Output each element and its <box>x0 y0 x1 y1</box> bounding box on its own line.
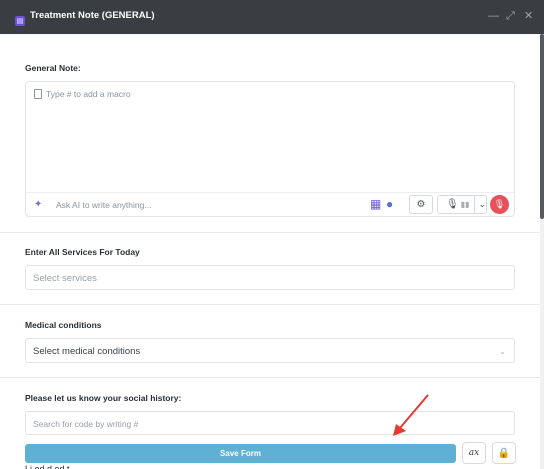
services-label: Enter All Services For Today <box>25 247 140 257</box>
social-history-placeholder: Search for code by writing # <box>33 419 139 429</box>
medical-conditions-label: Medical conditions <box>25 320 102 330</box>
record-button[interactable]: 🎙 <box>490 195 509 214</box>
partial-section-label: Li ed d ed t <box>25 464 70 469</box>
audio-level-icon: ▮▮ <box>460 200 470 209</box>
lock-button[interactable]: 🔒 <box>492 442 516 464</box>
gear-icon: ⚙ <box>416 199 426 210</box>
social-history-label: Please let us know your social history: <box>25 393 182 403</box>
general-note-label: General Note: <box>25 63 81 73</box>
magic-wand-icon[interactable]: ✦ <box>34 199 42 210</box>
medical-conditions-select[interactable]: Select medical conditions ⌄ <box>25 338 515 363</box>
user-icon[interactable]: ● <box>386 197 393 211</box>
section-divider <box>0 232 540 233</box>
section-divider <box>0 377 540 378</box>
note-placeholder[interactable]: Type # to add a macro <box>46 89 131 99</box>
microphone-icon[interactable]: 🎙 <box>446 199 459 210</box>
save-form-button[interactable]: Save Form <box>25 444 456 463</box>
editor-toolbar-divider <box>26 192 514 193</box>
minimize-icon[interactable]: — <box>488 9 499 23</box>
settings-button[interactable]: ⚙ <box>409 195 433 214</box>
dictation-control[interactable]: 🎙 ▮▮ ⌄ <box>437 195 487 214</box>
chevron-down-icon[interactable]: ⌄ <box>499 347 506 356</box>
social-history-search[interactable]: Search for code by writing # <box>25 411 515 435</box>
chevron-down-icon[interactable]: ⌄ <box>478 199 486 210</box>
scrollbar-thumb[interactable] <box>540 34 544 219</box>
window-title: Treatment Note (GENERAL) <box>30 10 155 21</box>
ai-templates-icon[interactable]: ▦ <box>370 197 381 211</box>
services-select[interactable]: Select services <box>25 265 515 290</box>
section-divider <box>0 304 540 305</box>
ai-prompt-input[interactable]: Ask AI to write anything... <box>56 200 151 210</box>
medical-conditions-placeholder: Select medical conditions <box>33 346 141 357</box>
dictation-divider <box>473 195 475 214</box>
form-icon: ▤ <box>15 16 25 26</box>
clear-formatting-button[interactable]: ax <box>462 442 486 464</box>
general-note-editor[interactable]: Type # to add a macro ✦ Ask AI to write … <box>25 81 515 217</box>
microphone-icon: 🎙 <box>493 199 506 209</box>
maximize-icon[interactable]: ⤢ <box>506 9 515 23</box>
document-icon <box>34 89 42 99</box>
services-placeholder: Select services <box>33 273 97 284</box>
title-bar: ▤ Treatment Note (GENERAL) — ⤢ ✕ <box>0 0 544 34</box>
lock-icon: 🔒 <box>497 447 511 459</box>
close-icon[interactable]: ✕ <box>524 9 533 23</box>
